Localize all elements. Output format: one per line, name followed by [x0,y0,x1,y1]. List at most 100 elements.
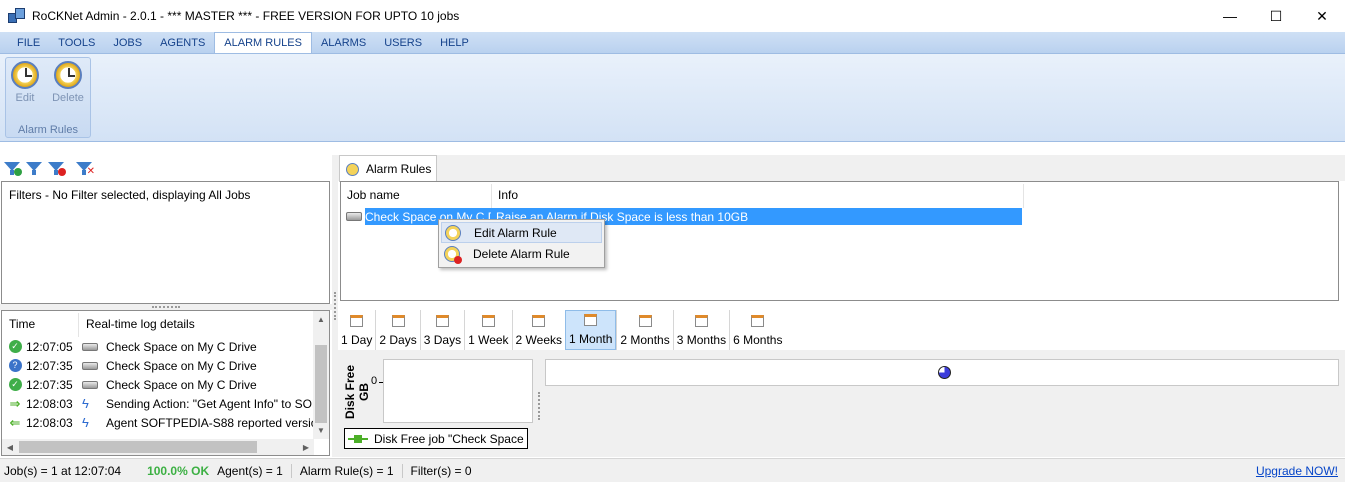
period-6-months[interactable]: 6 Months [729,310,785,350]
add-filter-icon[interactable] [4,160,22,176]
filter-toolbar: ✕ [0,155,332,181]
delete-button[interactable]: Delete [47,61,89,115]
log-time: 12:07:35 [26,358,73,373]
log-column-time[interactable]: Time [2,313,79,337]
column-job-name[interactable]: Job name [341,184,492,208]
log-message: Agent SOFTPEDIA-S88 reported version [106,415,314,430]
delete-button-label: Delete [52,92,84,104]
menu-users[interactable]: USERS [375,32,431,53]
status-alarm-rules: Alarm Rule(s) = 1 [296,463,403,478]
tab-alarm-rules[interactable]: Alarm Rules [339,155,437,182]
close-button[interactable]: ✕ [1299,0,1345,32]
scroll-up-icon[interactable]: ▲ [313,311,329,328]
log-header: Time Real-time log details [2,313,314,337]
period-1-week[interactable]: 1 Week [464,310,511,350]
log-vertical-scrollbar[interactable]: ▲ ▼ [313,311,329,439]
success-icon: ✓ [8,340,22,354]
maximize-button[interactable]: ☐ [1253,0,1299,32]
log-message: Check Space on My C Drive [106,358,257,373]
legend-label: Disk Free job "Check Space on My C Drive… [374,431,527,446]
title-bar: RoCKNet Admin - 2.0.1 - *** MASTER *** -… [0,0,1345,32]
period-1-day[interactable]: 1 Day [338,310,375,350]
alarm-clock-icon [346,162,359,176]
scroll-thumb[interactable] [19,441,257,453]
log-row[interactable]: ✓ 12:07:35 Check Space on My C Drive [2,375,314,394]
period-label: 2 Months [620,333,670,347]
pie-chart-icon [938,366,951,379]
status-bar: Job(s) = 1 at 12:07:04 100.0% OK Agent(s… [0,458,1345,482]
scroll-down-icon[interactable]: ▼ [313,422,329,439]
log-column-details[interactable]: Real-time log details [79,313,314,337]
log-time: 12:07:05 [26,339,73,354]
disk-icon [82,379,100,391]
clear-filter-icon[interactable]: ✕ [76,160,95,177]
edit-filter-icon[interactable] [26,160,44,176]
context-menu: Edit Alarm Rule Delete Alarm Rule [438,219,605,268]
tab-label: Alarm Rules [366,162,432,176]
chart-y-axis-label: Disk Free GB [343,364,371,420]
log-panel: Time Real-time log details ✓ 12:07:05 Ch… [1,310,330,456]
period-1-month[interactable]: 1 Month [565,310,617,350]
lightning-icon: ϟ [82,415,89,430]
delete-filter-icon[interactable] [48,160,66,176]
period-label: 3 Months [676,333,727,347]
calendar-icon [435,315,449,327]
period-label: 2 Days [379,333,417,347]
chart-y-tick: 0 [371,375,378,387]
calendar-icon [584,314,598,326]
log-row[interactable]: ✓ 12:07:05 Check Space on My C Drive [2,337,314,356]
context-edit-alarm-rule[interactable]: Edit Alarm Rule [441,222,602,243]
window-title: RoCKNet Admin - 2.0.1 - *** MASTER *** -… [32,9,460,23]
log-row[interactable]: ? 12:07:35 Check Space on My C Drive [2,356,314,375]
disk-icon [346,212,362,221]
alarm-clock-icon [11,61,39,89]
log-row[interactable]: ⇐ 12:08:03 ϟ Agent SOFTPEDIA-S88 reporte… [2,413,314,432]
log-row[interactable]: ⇒ 12:08:03 ϟ Sending Action: "Get Agent … [2,394,314,413]
context-edit-label: Edit Alarm Rule [474,225,557,240]
period-2-weeks[interactable]: 2 Weeks [511,310,565,350]
period-selector: 1 Day 2 Days 3 Days 1 Week 2 Weeks 1 Mon… [338,310,1345,350]
period-3-months[interactable]: 3 Months [672,310,729,350]
scroll-thumb[interactable] [315,345,327,423]
log-message: Sending Action: "Get Agent Info" to SOF [106,396,314,411]
period-label: 1 Month [569,332,613,346]
menu-bar: FILE TOOLS JOBS AGENTS ALARM RULES ALARM… [0,32,1345,54]
scroll-left-icon[interactable]: ◀ [2,439,18,455]
status-filters: Filter(s) = 0 [410,463,472,478]
log-horizontal-scrollbar[interactable]: ◀ ▶ [2,439,314,455]
period-3-days[interactable]: 3 Days [419,310,464,350]
period-label: 1 Day [341,333,373,347]
menu-file[interactable]: FILE [8,32,49,53]
calendar-icon [350,315,364,327]
context-delete-label: Delete Alarm Rule [473,246,570,261]
minimize-button[interactable]: — [1207,0,1253,32]
upgrade-link[interactable]: Upgrade NOW! [1256,464,1338,478]
menu-agents[interactable]: AGENTS [151,32,214,53]
menu-tools[interactable]: TOOLS [49,32,104,53]
menu-help[interactable]: HELP [431,32,478,53]
edit-button[interactable]: Edit [7,61,43,115]
menu-jobs[interactable]: JOBS [104,32,151,53]
edit-button-label: Edit [15,92,35,104]
period-2-days[interactable]: 2 Days [375,310,419,350]
context-delete-alarm-rule[interactable]: Delete Alarm Rule [441,243,602,264]
log-time: 12:08:03 [26,415,73,430]
ribbon-group-label: Alarm Rules [18,124,78,136]
window-controls: — ☐ ✕ [1207,0,1345,32]
filter-status-text: Filters - No Filter selected, displaying… [9,188,251,202]
period-label: 1 Week [468,333,509,347]
rules-header: Job name Info [341,184,1024,208]
status-agents: Agent(s) = 1 [213,463,292,478]
chart-splitter[interactable] [538,392,540,420]
menu-alarms[interactable]: ALARMS [312,32,375,53]
calendar-icon [391,315,405,327]
menu-alarm-rules[interactable]: ALARM RULES [214,32,312,53]
success-icon: ✓ [8,378,22,392]
period-label: 6 Months [733,333,783,347]
calendar-icon [751,315,765,327]
column-info[interactable]: Info [492,184,1024,208]
log-time: 12:08:03 [26,396,73,411]
period-2-months[interactable]: 2 Months [616,310,672,350]
filter-panel[interactable]: Filters - No Filter selected, displaying… [1,181,330,304]
scroll-right-icon[interactable]: ▶ [298,439,314,455]
